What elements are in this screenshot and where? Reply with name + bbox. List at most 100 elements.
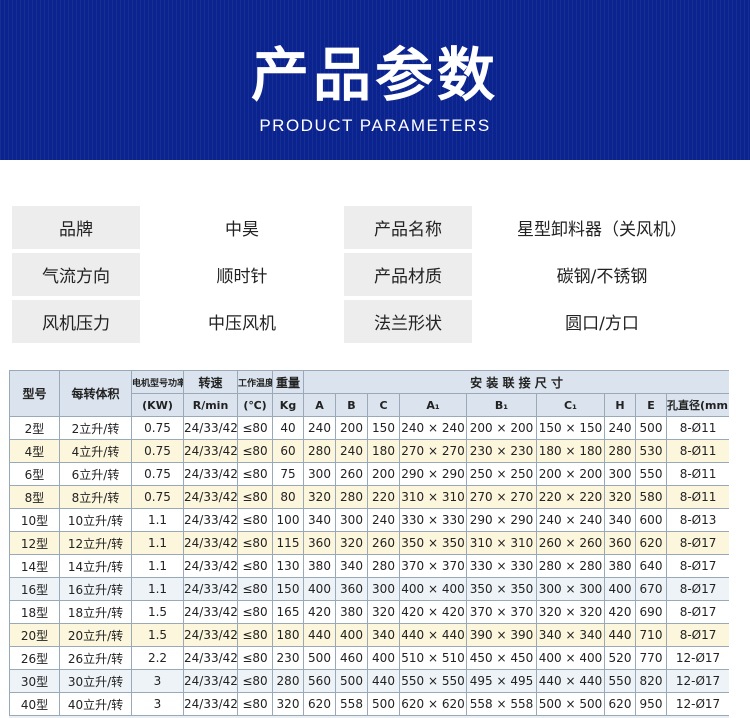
table-cell: 550 × 550 xyxy=(399,669,467,693)
table-cell: 558 xyxy=(335,692,368,716)
unit-cell: (℃) xyxy=(237,393,273,417)
table-row: 10型 10立升/转 1.1 24/33/42 ≤80 100 340 300 240 330 ×… xyxy=(9,508,729,532)
unit-cell: C₁ xyxy=(536,393,605,417)
table-cell: 130 xyxy=(272,554,304,578)
table-row: 18型 18立升/转 1.5 24/33/42 ≤80 165 420 380 320 420 ×… xyxy=(9,600,729,624)
table-cell: ≤80 xyxy=(237,439,273,463)
table-cell: 24/33/42 xyxy=(183,462,238,486)
header-speed: 转速 xyxy=(183,370,238,394)
table-cell: 3 xyxy=(131,669,184,693)
table-cell: 240 xyxy=(335,439,368,463)
table-cell: 400 xyxy=(303,577,336,601)
header-weight: 重量 xyxy=(272,370,304,394)
table-cell: 240 × 240 xyxy=(399,416,467,440)
table-cell: 1.1 xyxy=(131,554,184,578)
table-row: 12型 12立升/转 1.1 24/33/42 ≤80 115 360 320 260 350 ×… xyxy=(9,531,729,555)
table-cell: 200 × 200 xyxy=(466,416,537,440)
info-label: 产品材质 xyxy=(344,253,472,296)
table-cell: 2.2 xyxy=(131,646,184,670)
table-cell: 180 × 180 xyxy=(536,439,605,463)
table-cell: 320 xyxy=(272,692,304,716)
table-cell: 440 xyxy=(604,623,636,647)
table-cell: 530 xyxy=(635,439,667,463)
table-cell: 280 xyxy=(272,669,304,693)
info-value: 中压风机 xyxy=(144,300,340,343)
table-cell: 8-Ø13 xyxy=(665,508,729,532)
table-cell: 180 xyxy=(367,439,400,463)
table-cell: 270 × 270 xyxy=(466,485,537,509)
model-cell: 4型 xyxy=(9,439,60,463)
table-cell: 620 × 620 xyxy=(399,692,467,716)
table-cell: 320 xyxy=(604,485,636,509)
table-cell: 690 xyxy=(635,600,667,624)
table-cell: 350 × 350 xyxy=(399,531,467,555)
table-cell: 80 xyxy=(272,485,304,509)
table-cell: 560 xyxy=(303,669,336,693)
table-cell: 180 xyxy=(272,623,304,647)
table-cell: 26立升/转 xyxy=(59,646,132,670)
table-cell: 40 xyxy=(272,416,304,440)
table-cell: ≤80 xyxy=(237,646,273,670)
table-cell: ≤80 xyxy=(237,554,273,578)
table-cell: 620 xyxy=(604,692,636,716)
table-cell: 320 × 320 xyxy=(536,600,605,624)
header-temp: 工作温度 xyxy=(237,370,273,394)
table-cell: ≤80 xyxy=(237,669,273,693)
table-cell: 390 × 390 xyxy=(466,623,537,647)
spec-table-container: 型号 每转体积 电机型号功率 转速 工作温度 重量 安 装 联 接 尺 寸 (K… xyxy=(9,370,729,718)
model-cell: 14型 xyxy=(9,554,60,578)
info-value: 圆口/方口 xyxy=(476,300,728,343)
table-cell: 8-Ø11 xyxy=(665,485,729,509)
table-cell: 710 xyxy=(635,623,667,647)
table-cell: 230 × 230 xyxy=(466,439,537,463)
table-cell: 8-Ø11 xyxy=(665,439,729,463)
table-cell: 340 xyxy=(604,508,636,532)
table-cell: 280 × 280 xyxy=(536,554,605,578)
table-cell: 420 × 420 xyxy=(399,600,467,624)
table-cell: 24/33/42 xyxy=(183,669,238,693)
table-cell: 1.5 xyxy=(131,600,184,624)
table-cell: 8-Ø17 xyxy=(665,623,729,647)
unit-cell: B₁ xyxy=(466,393,537,417)
table-cell: 24/33/42 xyxy=(183,416,238,440)
table-cell: 4立升/转 xyxy=(59,439,132,463)
table-cell: 310 × 310 xyxy=(399,485,467,509)
table-cell: 220 xyxy=(367,485,400,509)
table-cell: 290 × 290 xyxy=(399,462,467,486)
table-cell: 600 xyxy=(635,508,667,532)
table-cell: 150 × 150 xyxy=(536,416,605,440)
table-cell: 360 xyxy=(335,577,368,601)
table-cell: 320 xyxy=(367,600,400,624)
table-cell: 300 xyxy=(604,462,636,486)
table-cell: ≤80 xyxy=(237,623,273,647)
table-cell: 300 × 300 xyxy=(536,577,605,601)
table-cell: 330 × 330 xyxy=(466,554,537,578)
table-cell: 500 xyxy=(335,669,368,693)
table-cell: 440 × 440 xyxy=(536,669,605,693)
table-cell: 770 xyxy=(635,646,667,670)
table-cell: 200 xyxy=(367,462,400,486)
table-cell: 280 xyxy=(604,439,636,463)
table-cell: 1.1 xyxy=(131,508,184,532)
table-cell: 280 xyxy=(367,554,400,578)
unit-cell: Kg xyxy=(272,393,304,417)
table-cell: 550 xyxy=(604,669,636,693)
table-cell: 520 xyxy=(604,646,636,670)
table-cell: 8-Ø17 xyxy=(665,600,729,624)
table-row: 26型 26立升/转 2.2 24/33/42 ≤80 230 500 460 400 510 ×… xyxy=(9,646,729,670)
table-cell: 440 xyxy=(367,669,400,693)
table-cell: 8-Ø11 xyxy=(665,416,729,440)
table-cell: 340 × 340 xyxy=(536,623,605,647)
table-cell: 240 × 240 xyxy=(536,508,605,532)
table-cell: 30立升/转 xyxy=(59,669,132,693)
table-cell: 18立升/转 xyxy=(59,600,132,624)
model-cell: 26型 xyxy=(9,646,60,670)
model-cell: 30型 xyxy=(9,669,60,693)
table-cell: 500 xyxy=(367,692,400,716)
model-cell: 12型 xyxy=(9,531,60,555)
table-cell: 580 xyxy=(635,485,667,509)
table-cell: 400 xyxy=(367,646,400,670)
table-cell: 8-Ø17 xyxy=(665,531,729,555)
info-table: 品牌 中昊 产品名称 星型卸料器（关风机） 气流方向 顺时针 产品材质 碳钢/不… xyxy=(12,206,736,347)
table-cell: 370 × 370 xyxy=(466,600,537,624)
